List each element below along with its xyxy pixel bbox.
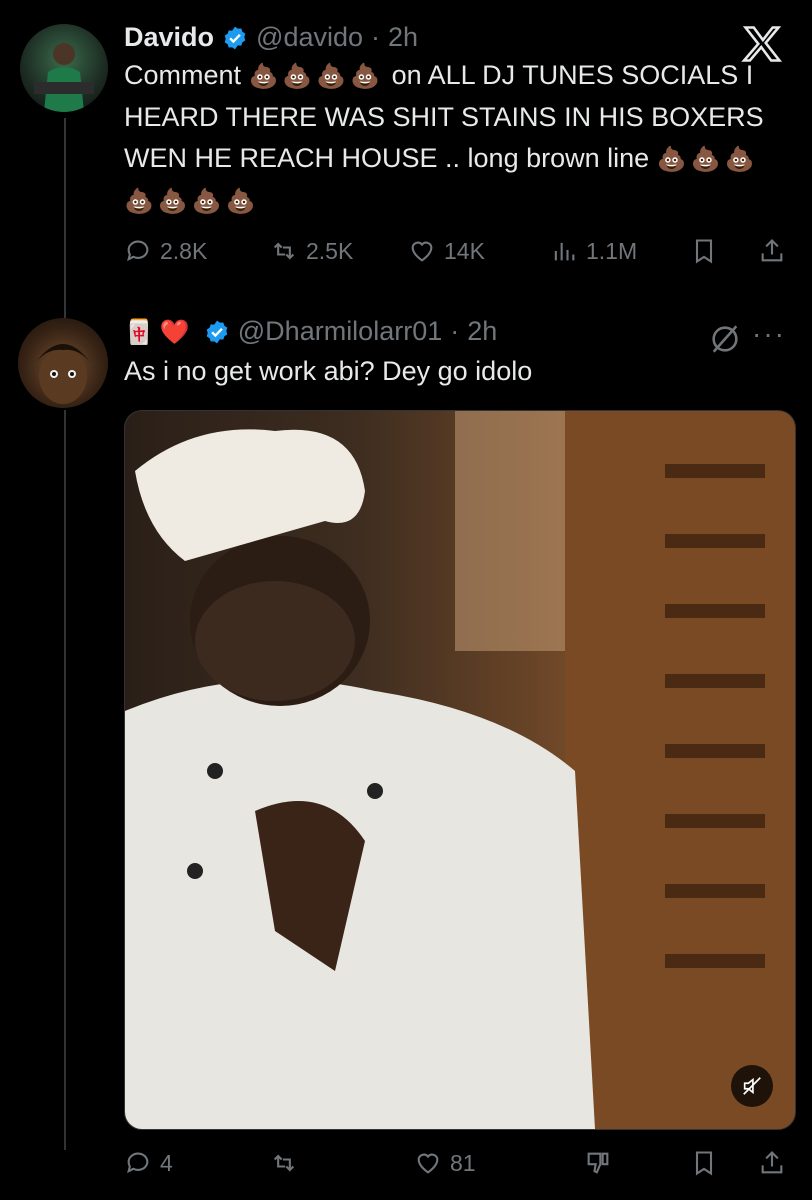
grok-icon[interactable] xyxy=(708,322,742,356)
like-count: 14K xyxy=(444,237,485,264)
mute-button[interactable] xyxy=(731,1065,773,1107)
repost-icon xyxy=(273,242,295,260)
tweet-header: 🀄❤️ @Dharmilolarr01 · 2h xyxy=(124,316,788,347)
reply-icon xyxy=(127,240,149,262)
dislike-button[interactable] xyxy=(584,1149,612,1177)
display-name[interactable]: Davido xyxy=(124,22,214,53)
reply-button[interactable]: 4 xyxy=(124,1149,173,1177)
handle[interactable]: @davido xyxy=(256,22,363,53)
like-count: 81 xyxy=(450,1149,476,1176)
repost-icon xyxy=(273,1154,295,1172)
tweet-davido[interactable]: Davido @davido · 2h Comment 💩💩💩💩 on ALL … xyxy=(124,22,788,222)
more-icon[interactable]: ··· xyxy=(752,318,786,350)
avatar[interactable] xyxy=(18,318,108,408)
tweet-header: Davido @davido · 2h xyxy=(124,22,788,53)
reply-icon xyxy=(127,1152,149,1174)
timestamp[interactable]: 2h xyxy=(467,316,497,347)
repost-button[interactable] xyxy=(270,1149,298,1177)
like-button[interactable]: 14K xyxy=(408,237,485,265)
tweet1-actions: 2.8K 2.5K 14K 1.1M xyxy=(124,234,788,268)
thread-connector xyxy=(64,118,66,318)
tweet-text: Comment 💩💩💩💩 on ALL DJ TUNES SOCIALS I H… xyxy=(124,55,788,222)
share-icon xyxy=(761,239,783,262)
avatar[interactable] xyxy=(20,24,108,112)
like-icon xyxy=(417,1153,439,1174)
tweet-reply[interactable]: 🀄❤️ @Dharmilolarr01 · 2h As i no get wor… xyxy=(124,316,788,392)
like-icon xyxy=(411,241,433,262)
dislike-icon xyxy=(587,1152,609,1174)
share-button[interactable] xyxy=(758,1149,786,1177)
avatar-face-icon xyxy=(36,344,90,404)
mute-icon xyxy=(743,1077,761,1095)
views-count: 1.1M xyxy=(586,237,638,264)
views-icon xyxy=(554,242,575,261)
x-logo-icon[interactable] xyxy=(740,22,784,66)
repost-count: 2.5K xyxy=(306,237,354,264)
separator-dot: · xyxy=(371,22,381,52)
tweet2-actions: 4 81 xyxy=(124,1146,788,1180)
thread-connector-2 xyxy=(64,410,66,1150)
tweet-text-part1: Comment xyxy=(124,60,242,90)
views-button[interactable]: 1.1M xyxy=(550,237,637,265)
handle[interactable]: @Dharmilolarr01 xyxy=(238,316,442,347)
reply-count: 4 xyxy=(160,1149,173,1176)
bookmark-button[interactable] xyxy=(690,237,718,265)
verified-icon xyxy=(206,320,228,343)
timestamp[interactable]: 2h xyxy=(388,22,418,53)
separator-dot: · xyxy=(450,316,460,346)
video-frame-chef xyxy=(125,411,795,1129)
emoji-group-a: 💩💩💩💩 xyxy=(248,62,385,90)
share-icon xyxy=(761,1151,783,1174)
tweet-media-video[interactable] xyxy=(124,410,796,1130)
like-button[interactable]: 81 xyxy=(414,1149,476,1177)
bookmark-icon xyxy=(695,1151,713,1176)
avatar-person-icon xyxy=(34,43,94,112)
repost-button[interactable]: 2.5K xyxy=(270,237,353,265)
reply-count: 2.8K xyxy=(160,237,208,264)
display-name[interactable]: 🀄❤️ xyxy=(124,318,196,346)
reply-button[interactable]: 2.8K xyxy=(124,237,207,265)
bookmark-button[interactable] xyxy=(690,1149,718,1177)
tweet-text: As i no get work abi? Dey go idolo xyxy=(124,356,533,386)
share-button[interactable] xyxy=(758,237,786,265)
verified-icon xyxy=(224,26,246,49)
bookmark-icon xyxy=(695,239,713,264)
